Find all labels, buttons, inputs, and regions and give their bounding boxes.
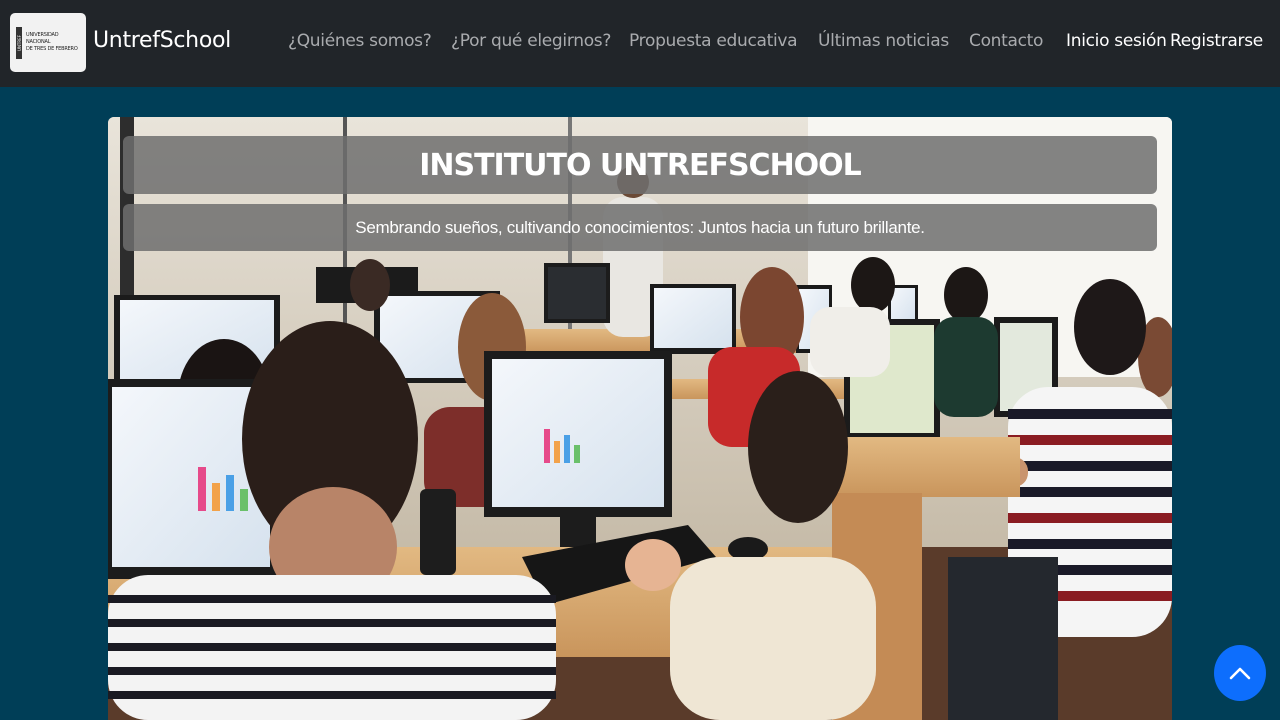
scroll-to-top-button[interactable] — [1214, 645, 1266, 701]
logo-line: NACIONAL — [26, 39, 51, 45]
login-link[interactable]: Inicio sesión — [1066, 31, 1167, 51]
hero-title-band: INSTITUTO UNTREFSCHOOL — [123, 136, 1157, 194]
hero-subtitle-band: Sembrando sueños, cultivando conocimient… — [123, 204, 1157, 251]
logo-university-text: UNIVERSIDAD NACIONAL DE TRES DE FEBRERO — [26, 32, 78, 53]
hero-banner: INSTITUTO UNTREFSCHOOL Sembrando sueños,… — [108, 117, 1172, 720]
nav-link-contacto[interactable]: Contacto — [969, 31, 1043, 51]
nav-link-por-que-elegirnos[interactable]: ¿Por qué elegirnos? — [451, 31, 611, 51]
register-link[interactable]: Registrarse — [1170, 31, 1263, 51]
logo-line: DE TRES DE FEBRERO — [26, 46, 78, 52]
brand-name-link[interactable]: UntrefSchool — [93, 28, 231, 53]
logo-line: UNIVERSIDAD — [26, 32, 59, 38]
chevron-up-icon — [1229, 667, 1251, 680]
hero-subtitle: Sembrando sueños, cultivando conocimient… — [355, 217, 925, 237]
nav-link-ultimas-noticias[interactable]: Últimas noticias — [818, 31, 949, 51]
logo-vertical-mark: UNTREF — [16, 26, 22, 59]
nav-link-propuesta-educativa[interactable]: Propuesta educativa — [629, 31, 798, 51]
navbar: UNTREF UNIVERSIDAD NACIONAL DE TRES DE F… — [0, 0, 1280, 87]
brand-logo[interactable]: UNTREF UNIVERSIDAD NACIONAL DE TRES DE F… — [10, 13, 86, 72]
hero-title: INSTITUTO UNTREFSCHOOL — [419, 147, 862, 183]
logo-vertical-text: UNTREF — [16, 34, 22, 51]
nav-link-quienes-somos[interactable]: ¿Quiénes somos? — [288, 31, 432, 51]
